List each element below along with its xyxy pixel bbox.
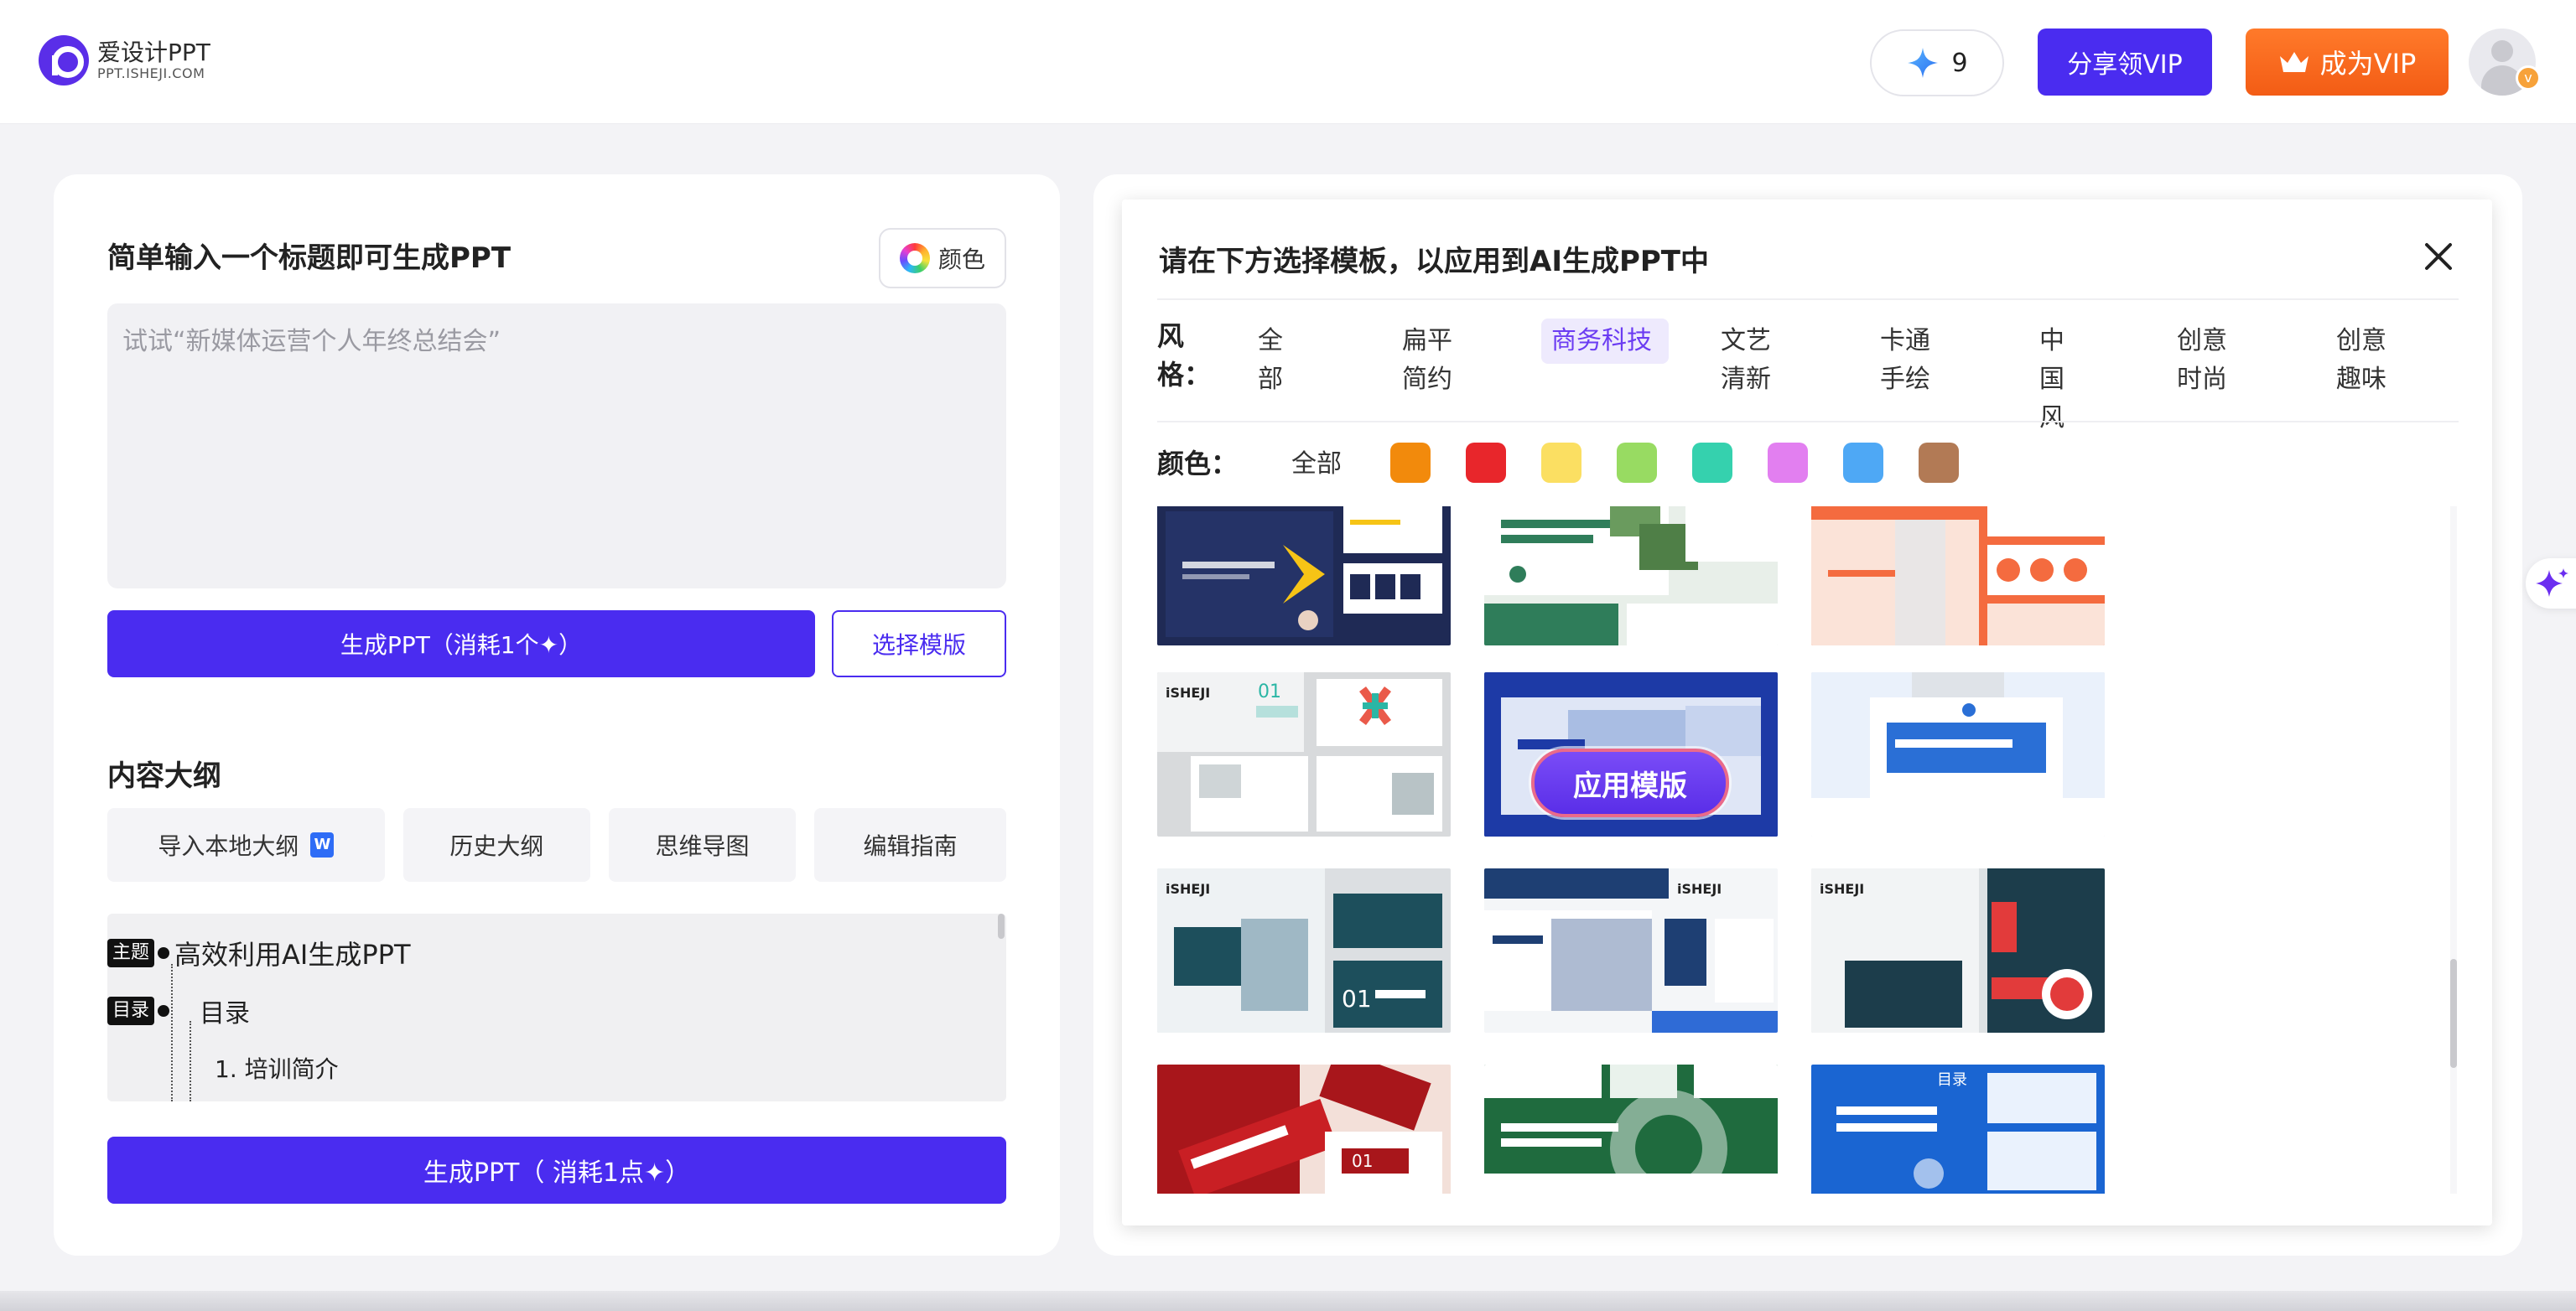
style-label: 风格：: [1157, 320, 1212, 391]
template-picker-modal: 请在下方选择模板，以应用到AI生成PPT中 风格： 全部 扁平简约 商务科技 文…: [1122, 200, 2492, 1226]
template-card[interactable]: [1484, 1065, 1778, 1194]
logo-icon: [39, 35, 89, 86]
sparkles-icon: [2536, 568, 2568, 597]
style-creative-fashion[interactable]: 创意时尚: [2167, 319, 2259, 402]
become-vip-label: 成为VIP: [2319, 48, 2417, 80]
color-filter-label: 颜色：: [1157, 448, 1239, 479]
close-icon[interactable]: [2420, 238, 2457, 275]
mind-map-button[interactable]: 思维导图: [608, 808, 797, 882]
outline-tabs: 导入本地大纲 W 历史大纲 思维导图 编辑指南: [107, 808, 1007, 882]
svg-text:iSHEJI: iSHEJI: [1820, 881, 1864, 897]
top-header: 爱设计PPT PPT.ISHEJI.COM 9 分享领VIP 成为VIP v: [0, 0, 2576, 124]
color-swatch[interactable]: [1692, 443, 1732, 483]
ai-assistant-button[interactable]: [2526, 558, 2576, 609]
apply-template-button[interactable]: 应用模版: [1531, 749, 1729, 817]
choose-template-button[interactable]: 选择模版: [832, 610, 1006, 677]
sparkle-icon: [1908, 48, 1939, 78]
template-grid: iSHEJI 01 iSHEJI 01 iSHEJI iSHEJI 01 目录: [1157, 506, 2449, 1194]
theme-tag: 主题: [107, 939, 155, 967]
template-card[interactable]: [1157, 506, 1451, 645]
theme-text[interactable]: 高效利用AI生成PPT: [174, 934, 410, 972]
edit-guide-button[interactable]: 编辑指南: [814, 808, 1007, 882]
template-card[interactable]: 目录: [1811, 1065, 2105, 1194]
style-business-tech[interactable]: 商务科技: [1541, 319, 1669, 364]
svg-text:01: 01: [1352, 1151, 1373, 1171]
vip-badge-icon: v: [2516, 65, 2541, 91]
color-wheel-icon: [899, 243, 930, 273]
share-vip-button[interactable]: 分享领VIP: [2038, 28, 2212, 96]
panel-title: 简单输入一个标题即可生成PPT: [107, 241, 512, 275]
logo-name: 爱设计PPT: [97, 39, 210, 66]
template-card[interactable]: [1811, 672, 2105, 837]
outline-title: 内容大纲: [107, 759, 221, 793]
template-card[interactable]: 01: [1157, 1065, 1451, 1194]
toc-text[interactable]: 目录: [200, 992, 250, 1029]
logo[interactable]: 爱设计PPT PPT.ISHEJI.COM: [39, 35, 210, 86]
outline-theme-row[interactable]: 主题 高效利用AI生成PPT: [107, 934, 411, 972]
points-balance[interactable]: 9: [1870, 29, 2004, 96]
style-chinese[interactable]: 中国风: [2029, 319, 2096, 441]
outline-editor[interactable]: 主题 高效利用AI生成PPT 目录 目录 1. 培训简介: [107, 914, 1006, 1101]
style-creative-fun[interactable]: 创意趣味: [2326, 319, 2418, 402]
color-button[interactable]: 颜色: [879, 228, 1006, 288]
title-input[interactable]: [107, 303, 1006, 588]
color-swatch[interactable]: [1843, 443, 1883, 483]
color-swatch[interactable]: [1541, 443, 1581, 483]
generate-ppt-bottom-button[interactable]: 生成PPT（ 消耗1点✦）: [107, 1137, 1006, 1204]
template-card[interactable]: [1811, 506, 2105, 645]
import-outline-button[interactable]: 导入本地大纲 W: [107, 808, 385, 882]
template-card[interactable]: iSHEJI 01: [1157, 868, 1451, 1033]
style-flat-simple[interactable]: 扁平简约: [1392, 319, 1484, 402]
color-swatch[interactable]: [1617, 443, 1657, 483]
outline-toc-row[interactable]: 目录 目录: [107, 992, 250, 1029]
word-icon: W: [310, 832, 335, 858]
toc-tag: 目录: [107, 997, 155, 1025]
history-outline-button[interactable]: 历史大纲: [402, 808, 590, 882]
svg-text:01: 01: [1342, 985, 1372, 1013]
style-cartoon[interactable]: 卡通手绘: [1870, 319, 1962, 402]
color-swatch[interactable]: [1919, 443, 1959, 483]
style-all[interactable]: 全部: [1248, 319, 1293, 402]
svg-text:iSHEJI: iSHEJI: [1166, 881, 1210, 897]
color-button-label: 颜色: [937, 246, 985, 273]
template-card[interactable]: iSHEJI: [1484, 868, 1778, 1033]
crown-icon: [2279, 52, 2309, 72]
svg-text:01: 01: [1258, 681, 1281, 702]
svg-text:iSHEJI: iSHEJI: [1166, 685, 1210, 701]
template-card[interactable]: iSHEJI: [1811, 868, 2105, 1033]
modal-title: 请在下方选择模板，以应用到AI生成PPT中: [1159, 245, 1709, 278]
become-vip-button[interactable]: 成为VIP: [2246, 28, 2449, 96]
template-scrollbar[interactable]: [2450, 506, 2457, 1194]
svg-text:目录: 目录: [1937, 1071, 1967, 1089]
color-all[interactable]: 全部: [1291, 443, 1342, 479]
points-count: 9: [1951, 48, 1968, 78]
generate-panel: 简单输入一个标题即可生成PPT 颜色 生成PPT（消耗1个✦） 选择模版 内容大…: [54, 174, 1060, 1256]
svg-text:iSHEJI: iSHEJI: [1677, 881, 1722, 897]
style-literary-fresh[interactable]: 文艺清新: [1711, 319, 1803, 402]
color-swatch[interactable]: [1390, 443, 1431, 483]
outline-item-text[interactable]: 1. 培训简介: [215, 1051, 339, 1085]
generate-ppt-button[interactable]: 生成PPT（消耗1个✦）: [107, 610, 815, 677]
color-swatch[interactable]: [1768, 443, 1808, 483]
outline-scrollbar[interactable]: [998, 914, 1005, 939]
logo-domain: PPT.ISHEJI.COM: [97, 65, 205, 81]
outline-item-row[interactable]: 1. 培训简介: [215, 1051, 339, 1085]
template-card[interactable]: [1484, 506, 1778, 645]
template-card[interactable]: iSHEJI 01: [1157, 672, 1451, 837]
color-swatch[interactable]: [1466, 443, 1506, 483]
